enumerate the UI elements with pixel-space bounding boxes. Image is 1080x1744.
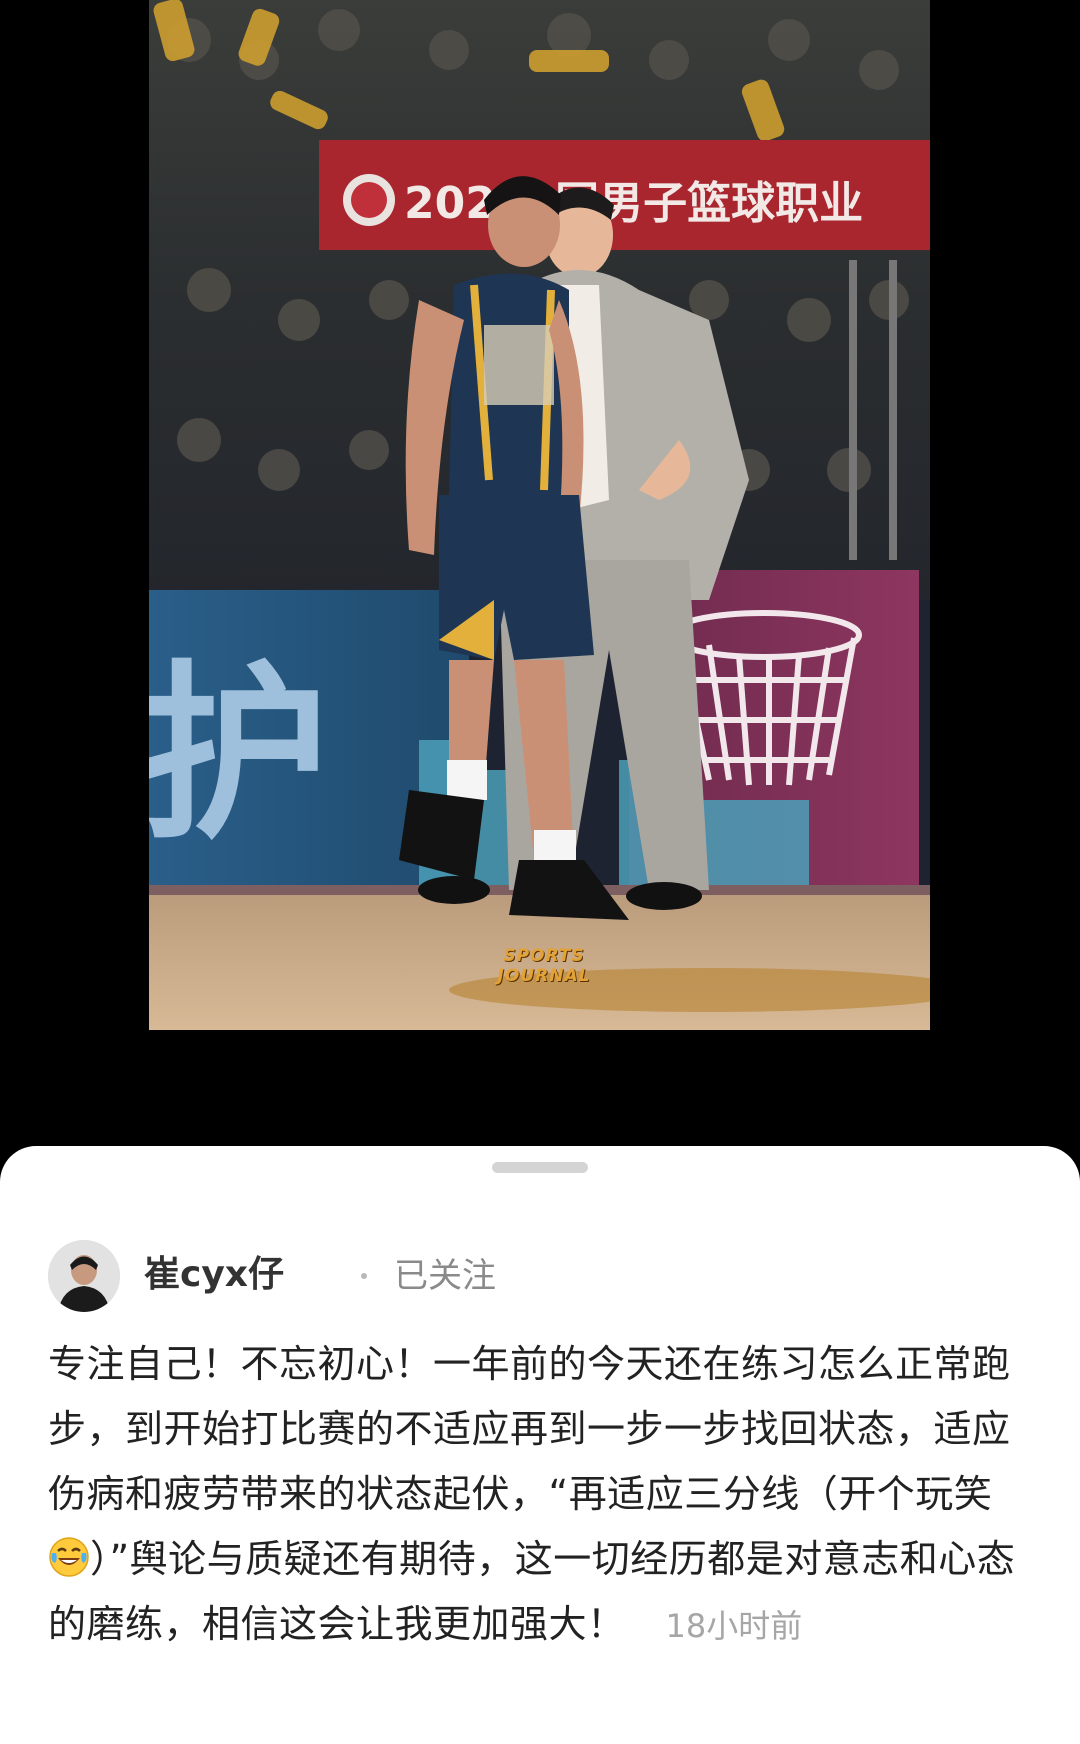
post-photo[interactable]: 202 中国男子篮球职业 护 SPORTS JOURNAL <box>149 0 930 1030</box>
follow-status[interactable]: 已关注 <box>394 1253 496 1299</box>
post-text-part1: 专注自己！不忘初心！一年前的今天还在练习怎么正常跑步，到开始打比赛的不适应再到一… <box>48 1342 1011 1516</box>
separator-dot <box>361 1273 367 1279</box>
board-text: 护 <box>149 644 329 865</box>
sports-journal-watermark: SPORTS JOURNAL <box>497 946 591 986</box>
post-text: 专注自己！不忘初心！一年前的今天还在练习怎么正常跑步，到开始打比赛的不适应再到一… <box>48 1332 1032 1659</box>
author-row: 崔cyx仔 已关注 <box>48 1240 1032 1312</box>
author-name[interactable]: 崔cyx仔 <box>144 1252 284 1298</box>
drag-handle[interactable] <box>492 1162 588 1173</box>
post-text-part2: ）”舆论与质疑还有期待，这一切经历都是对意志和心态的磨练，相信这会让我更加强大！ <box>48 1537 1016 1646</box>
laughing-tears-emoji-icon <box>48 1533 90 1577</box>
post-time: 18小时前 <box>665 1607 803 1645</box>
avatar[interactable] <box>48 1240 120 1312</box>
banner-text: 202 中国男子篮球职业 <box>404 178 863 229</box>
screen: 202 中国男子篮球职业 护 SPORTS JOURNAL 崔cyx仔 已关注 … <box>0 0 1080 1744</box>
post-detail-sheet: 崔cyx仔 已关注 专注自己！不忘初心！一年前的今天还在练习怎么正常跑步，到开始… <box>0 1146 1080 1744</box>
